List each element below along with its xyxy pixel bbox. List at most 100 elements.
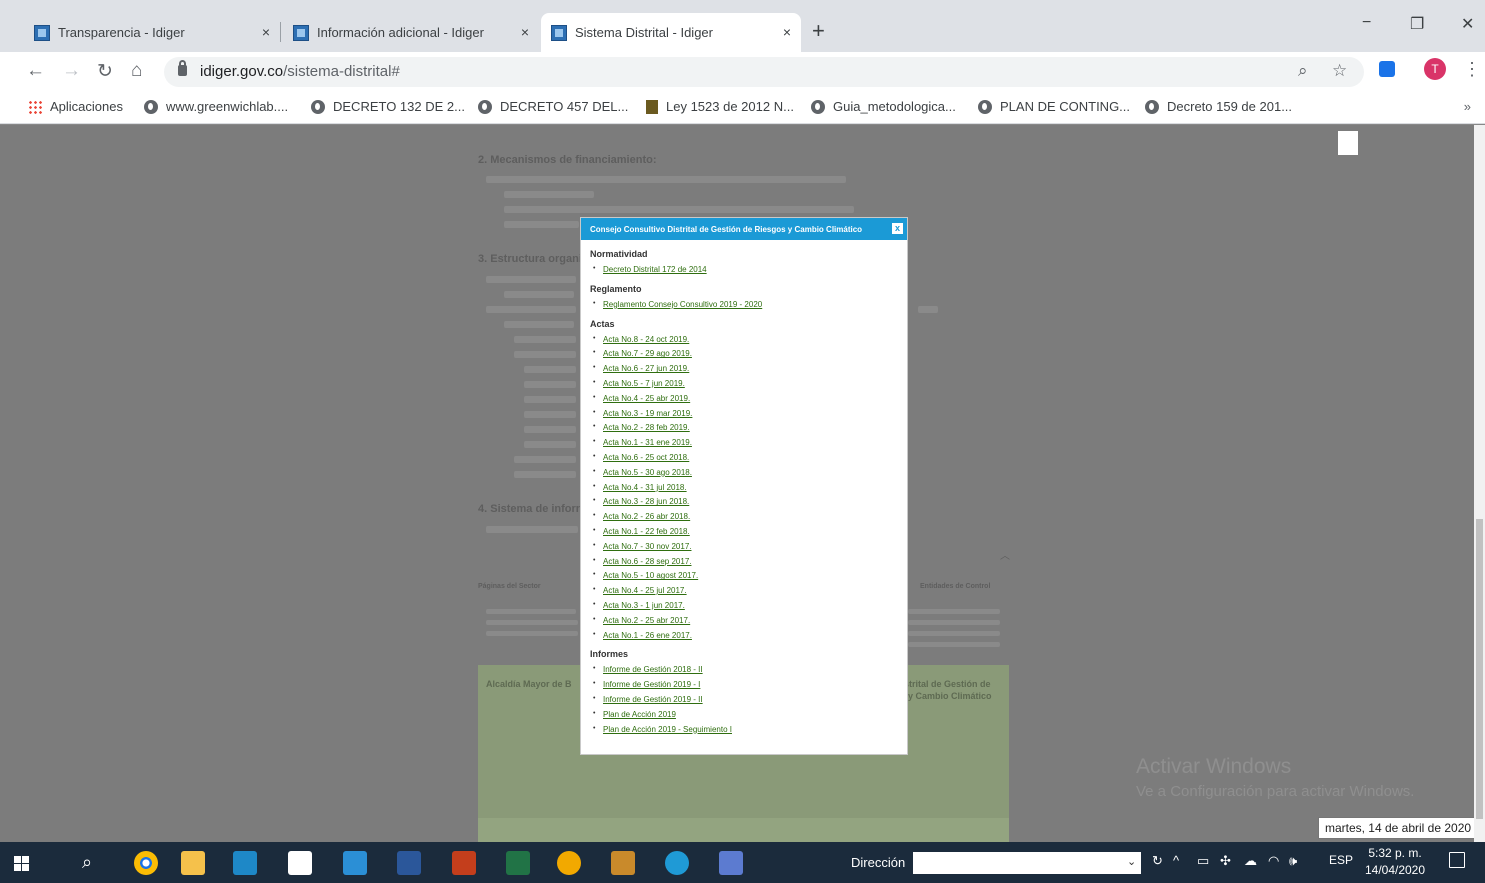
document-link[interactable]: Acta No.7 - 29 ago 2019. <box>603 349 692 358</box>
document-link[interactable]: Acta No.6 - 27 jun 2019. <box>603 364 689 373</box>
document-link[interactable]: Acta No.2 - 28 feb 2019. <box>603 423 690 432</box>
kebab-menu-icon[interactable]: ⋮ <box>1463 59 1481 80</box>
extension-icon[interactable] <box>1379 61 1395 77</box>
consejo-consultivo-modal: Consejo Consultivo Distrital de Gestión … <box>580 217 908 755</box>
background-heading: 4. Sistema de inforr <box>478 503 581 515</box>
tab-transparencia[interactable]: Transparencia - Idiger × <box>24 13 280 52</box>
document-link[interactable]: Acta No.6 - 25 oct 2018. <box>603 453 689 462</box>
excel-icon[interactable] <box>506 851 530 875</box>
globe-icon <box>311 99 325 114</box>
clock-time: 5:32 p. m. <box>1368 846 1422 860</box>
list-item: Informe de Gestión 2018 - II <box>581 665 907 680</box>
bookmark-item[interactable]: DECRETO 457 DEL... <box>478 99 628 114</box>
tab-informacion-adicional[interactable]: Información adicional - Idiger × <box>283 13 539 52</box>
bookmark-star-icon[interactable]: ☆ <box>1332 61 1347 81</box>
windows-start-icon[interactable] <box>14 856 29 871</box>
document-link[interactable]: Acta No.5 - 30 ago 2018. <box>603 468 692 477</box>
document-link[interactable]: Acta No.8 - 24 oct 2019. <box>603 335 689 344</box>
back-arrow-icon[interactable]: ← <box>26 60 45 82</box>
new-tab-button[interactable]: + <box>812 18 825 44</box>
zoom-icon[interactable]: ⌕ <box>1298 61 1308 81</box>
url-text[interactable]: idiger.gov.co/sistema-distrital# <box>200 63 400 80</box>
document-link[interactable]: Acta No.6 - 28 sep 2017. <box>603 557 692 566</box>
wifi-icon[interactable]: ◠ <box>1268 853 1279 869</box>
chevron-down-icon[interactable]: ⌄ <box>1127 855 1136 868</box>
profile-avatar[interactable]: T <box>1424 58 1446 80</box>
powerpoint-icon[interactable] <box>452 851 476 875</box>
forward-arrow-icon[interactable]: → <box>62 60 81 82</box>
refresh-icon[interactable]: ↻ <box>1152 853 1163 869</box>
chevron-up-icon[interactable]: ^ <box>1173 853 1179 868</box>
document-link[interactable]: Decreto Distrital 172 de 2014 <box>603 265 707 274</box>
tab-sistema-distrital[interactable]: Sistema Distrital - Idiger × <box>541 13 801 52</box>
document-link[interactable]: Plan de Acción 2019 <box>603 710 676 719</box>
language-indicator[interactable]: ESP <box>1329 853 1353 867</box>
document-link[interactable]: Acta No.5 - 10 agost 2017. <box>603 571 698 580</box>
page-scrollbar[interactable] <box>1474 125 1485 842</box>
list-item: Acta No.1 - 31 ene 2019. <box>581 438 907 453</box>
document-link[interactable]: Reglamento Consejo Consultivo 2019 - 202… <box>603 300 762 309</box>
tab-close-icon[interactable]: × <box>521 24 529 40</box>
chrome-icon[interactable] <box>134 851 158 875</box>
document-link[interactable]: Acta No.5 - 7 jun 2019. <box>603 379 685 388</box>
minimize-icon[interactable]: − <box>1362 14 1371 32</box>
document-link[interactable]: Acta No.3 - 19 mar 2019. <box>603 409 692 418</box>
file-explorer-icon[interactable] <box>181 851 205 875</box>
scrollbar-thumb[interactable] <box>1476 519 1483 819</box>
tab-strip: Transparencia - Idiger × Información adi… <box>0 0 1485 52</box>
tab-close-icon[interactable]: × <box>262 24 270 40</box>
document-link[interactable]: Acta No.2 - 26 abr 2018. <box>603 512 690 521</box>
bookmark-item[interactable]: Ley 1523 de 2012 N... <box>646 99 794 114</box>
list-item: Acta No.6 - 28 sep 2017. <box>581 557 907 572</box>
onedrive-icon[interactable]: ☁ <box>1244 853 1257 869</box>
dropbox-icon[interactable]: ✣ <box>1220 853 1231 869</box>
background-line <box>486 276 576 283</box>
word-icon[interactable] <box>397 851 421 875</box>
volume-icon[interactable]: 🕪 <box>1289 853 1297 869</box>
address-toolbar-input[interactable] <box>913 852 1141 874</box>
bookmark-apps[interactable]: Aplicaciones <box>28 99 123 114</box>
document-link[interactable]: Acta No.4 - 31 jul 2018. <box>603 483 687 492</box>
bookmark-item[interactable]: PLAN DE CONTING... <box>978 99 1130 114</box>
network-app-icon[interactable] <box>719 851 743 875</box>
mail-icon[interactable] <box>343 851 367 875</box>
document-link[interactable]: Acta No.4 - 25 abr 2019. <box>603 394 690 403</box>
section-actas: Actas <box>590 318 615 329</box>
taskbar-clock[interactable]: 5:32 p. m. 14/04/2020 <box>1360 845 1430 879</box>
document-link[interactable]: Acta No.4 - 25 jul 2017. <box>603 586 687 595</box>
document-link[interactable]: Acta No.1 - 26 ene 2017. <box>603 631 692 640</box>
reload-icon[interactable]: ↻ <box>97 60 113 83</box>
paint-app-icon[interactable] <box>611 851 635 875</box>
store-icon[interactable] <box>288 851 312 875</box>
background-line <box>908 631 1000 636</box>
bookmark-item[interactable]: Guia_metodologica... <box>811 99 956 114</box>
document-link[interactable]: Informe de Gestión 2018 - II <box>603 665 703 674</box>
notification-icon[interactable] <box>1449 852 1465 868</box>
bookmark-item[interactable]: DECRETO 132 DE 2... <box>311 99 465 114</box>
document-link[interactable]: Plan de Acción 2019 - Seguimiento I <box>603 725 732 734</box>
bookmarks-overflow-icon[interactable]: » <box>1464 99 1471 114</box>
document-link[interactable]: Acta No.1 - 22 feb 2018. <box>603 527 690 536</box>
modal-close-icon[interactable]: x <box>892 223 903 234</box>
document-link[interactable]: Acta No.7 - 30 nov 2017. <box>603 542 692 551</box>
bookmark-item[interactable]: Decreto 159 de 201... <box>1145 99 1292 114</box>
document-link[interactable]: Informe de Gestión 2019 - I <box>603 680 700 689</box>
browser-app-icon[interactable] <box>557 851 581 875</box>
window-close-icon[interactable]: ✕ <box>1461 14 1474 34</box>
restore-icon[interactable]: ❐ <box>1410 14 1424 34</box>
list-item: Acta No.2 - 28 feb 2019. <box>581 423 907 438</box>
address-bar[interactable]: idiger.gov.co/sistema-distrital# ⌕ ☆ <box>164 57 1364 87</box>
list-item: Acta No.7 - 30 nov 2017. <box>581 542 907 557</box>
document-link[interactable]: Acta No.3 - 1 jun 2017. <box>603 601 685 610</box>
search-icon[interactable]: ⌕ <box>82 852 92 873</box>
edge-icon[interactable] <box>665 851 689 875</box>
document-link[interactable]: Acta No.3 - 28 jun 2018. <box>603 497 689 506</box>
document-link[interactable]: Acta No.2 - 25 abr 2017. <box>603 616 690 625</box>
home-icon[interactable]: ⌂ <box>131 60 142 82</box>
bookmark-item[interactable]: www.greenwichlab.... <box>144 99 288 114</box>
document-link[interactable]: Acta No.1 - 31 ene 2019. <box>603 438 692 447</box>
tab-close-icon[interactable]: × <box>783 24 791 40</box>
media-player-icon[interactable] <box>233 851 257 875</box>
battery-icon[interactable]: ▭ <box>1197 853 1209 869</box>
document-link[interactable]: Informe de Gestión 2019 - II <box>603 695 703 704</box>
